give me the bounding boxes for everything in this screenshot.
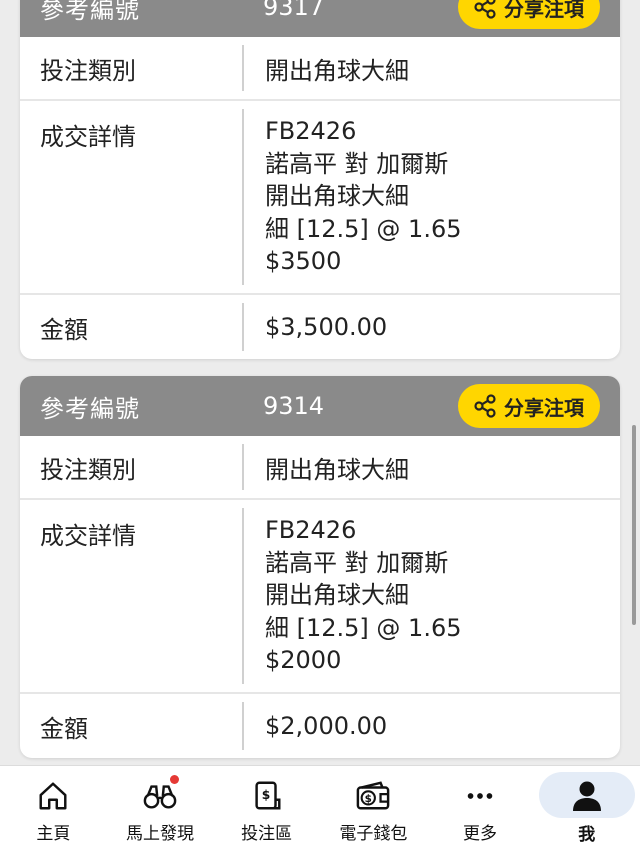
detail-line: FB2426 [265, 117, 357, 145]
nav-label: 更多 [463, 824, 498, 844]
amount-label: 金額 [40, 714, 88, 743]
detail-line: 諾高平 對 加爾斯 [265, 548, 449, 577]
nav-item-home[interactable]: 主頁 [0, 766, 107, 844]
nav-item-betslip[interactable]: $ 投注區 [213, 766, 320, 844]
nav-label: 我 [578, 825, 596, 844]
profile-icon [568, 778, 606, 814]
amount-row: 金額 $2,000.00 [20, 694, 620, 758]
amount-label: 金額 [40, 315, 88, 344]
nav-label: 電子錢包 [339, 824, 408, 844]
bet-type-row: 投注類別 開出角球大細 [20, 37, 620, 101]
detail-line: $3500 [265, 247, 342, 275]
svg-text:$: $ [365, 793, 372, 805]
reference-number-value: 9317 [263, 0, 325, 21]
reference-number-label: 參考編號 [40, 0, 140, 24]
share-bet-button[interactable]: 分享注項 [458, 0, 600, 29]
nav-label: 馬上發現 [126, 824, 194, 844]
amount-row: 金額 $3,500.00 [20, 295, 620, 359]
bet-record-list[interactable]: 參考編號 9317 分享注項 投注類別 開出角球大細 成交詳情 FB2426 諾… [0, 0, 640, 765]
nav-label: 投注區 [241, 824, 293, 844]
nav-item-profile[interactable]: 我 [533, 766, 640, 844]
scrollbar-thumb[interactable] [632, 425, 636, 625]
more-icon [461, 778, 499, 813]
betslip-icon: $ [248, 778, 286, 813]
share-bet-button[interactable]: 分享注項 [458, 384, 600, 428]
bottom-nav: 主頁 馬上發現 $ 投注區 $ 電子錢包 更多 我 [0, 765, 640, 844]
detail-line: FB2426 [265, 516, 357, 544]
home-icon [34, 778, 72, 813]
bet-type-label: 投注類別 [40, 56, 136, 85]
detail-line: $2000 [265, 646, 342, 674]
detail-line: 細 [12.5] @ 1.65 [265, 214, 462, 243]
svg-text:$: $ [261, 787, 270, 801]
detail-line: 諾高平 對 加爾斯 [265, 149, 449, 178]
bet-type-value: 開出角球大細 [265, 455, 409, 484]
bet-record-card: 參考編號 9317 分享注項 投注類別 開出角球大細 成交詳情 FB2426 諾… [20, 0, 620, 359]
trade-detail-label: 成交詳情 [40, 522, 136, 550]
card-header: 參考編號 9314 分享注項 [20, 376, 620, 436]
trade-detail-label: 成交詳情 [40, 123, 136, 151]
share-bet-label: 分享注項 [504, 0, 584, 21]
detail-line: 開出角球大細 [265, 581, 409, 609]
card-header: 參考編號 9317 分享注項 [20, 0, 620, 37]
trade-detail-row: 成交詳情 FB2426 諾高平 對 加爾斯 開出角球大細 細 [12.5] @ … [20, 101, 620, 295]
amount-value: $3,500.00 [265, 313, 388, 341]
bet-type-value: 開出角球大細 [265, 56, 409, 85]
share-bet-label: 分享注項 [504, 395, 584, 420]
trade-detail-value: FB2426 諾高平 對 加爾斯 開出角球大細 細 [12.5] @ 1.65 … [244, 500, 620, 692]
nav-label: 主頁 [36, 824, 71, 844]
nav-item-discover[interactable]: 馬上發現 [107, 766, 214, 844]
detail-line: 開出角球大細 [265, 182, 409, 210]
bet-type-label: 投注類別 [40, 455, 136, 484]
notification-badge [169, 775, 179, 784]
nav-item-more[interactable]: 更多 [427, 766, 534, 844]
trade-detail-row: 成交詳情 FB2426 諾高平 對 加爾斯 開出角球大細 細 [12.5] @ … [20, 500, 620, 694]
bet-record-card: 參考編號 9314 分享注項 投注類別 開出角球大細 成交詳情 FB2426 諾… [20, 376, 620, 758]
trade-detail-value: FB2426 諾高平 對 加爾斯 開出角球大細 細 [12.5] @ 1.65 … [244, 101, 620, 293]
wallet-icon: $ [354, 778, 392, 813]
nav-item-ewallet[interactable]: $ 電子錢包 [320, 766, 427, 844]
reference-number-value: 9314 [263, 392, 325, 420]
amount-value: $2,000.00 [265, 712, 388, 740]
share-icon [472, 0, 498, 20]
reference-number-label: 參考編號 [40, 394, 140, 423]
detail-line: 細 [12.5] @ 1.65 [265, 613, 462, 642]
bet-type-row: 投注類別 開出角球大細 [20, 436, 620, 500]
share-icon [472, 393, 498, 419]
